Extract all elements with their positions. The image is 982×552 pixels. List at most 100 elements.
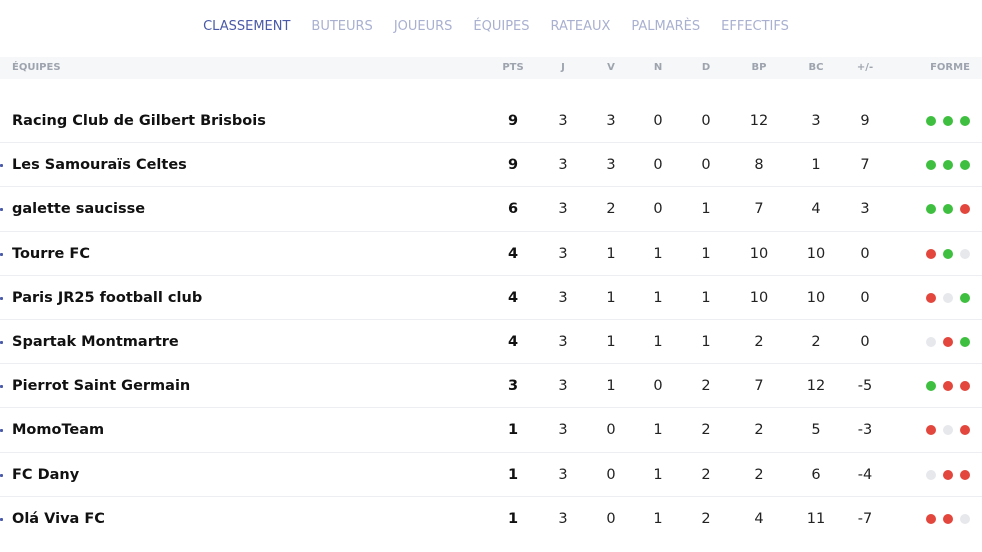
form-dot-draw-icon <box>943 425 953 436</box>
table-row[interactable]: Olá Viva FC 1 3 0 1 2 4 11 -7 <box>0 497 982 541</box>
form-dot-win-icon <box>926 160 936 171</box>
tab-effectifs[interactable]: EFFECTIFS <box>721 19 789 34</box>
played-cell: 3 <box>558 378 568 395</box>
form-dot-draw-icon <box>926 336 936 347</box>
table-row[interactable]: Racing Club de Gilbert Brisbois 9 3 3 0 0 12 3 9 <box>0 99 982 144</box>
goal-diff-cell: 3 <box>860 201 870 218</box>
team-name[interactable]: Les Samouraïs Celtes <box>12 143 187 187</box>
form-indicator <box>926 469 970 480</box>
table-row[interactable]: Spartak Montmartre 4 3 1 1 1 2 2 0 <box>0 320 982 365</box>
team-name[interactable]: Olá Viva FC <box>12 497 105 541</box>
goals-for-cell: 10 <box>749 289 769 306</box>
tab-rateaux[interactable]: RATEAUX <box>551 19 611 34</box>
form-indicator <box>926 381 970 392</box>
goal-diff-cell: -7 <box>857 510 873 527</box>
row-marker <box>0 164 3 168</box>
played-cell: 3 <box>558 157 568 174</box>
table-row[interactable]: MomoTeam 1 3 0 1 2 2 5 -3 <box>0 408 982 453</box>
draws-cell: 1 <box>653 245 663 262</box>
form-dot-win-icon <box>943 204 953 215</box>
team-name[interactable]: Pierrot Saint Germain <box>12 364 190 408</box>
team-name[interactable]: galette saucisse <box>12 187 145 231</box>
row-marker <box>0 517 3 521</box>
wins-cell: 0 <box>606 466 616 483</box>
table-row[interactable]: Paris JR25 football club 4 3 1 1 1 10 10 0 <box>0 276 982 320</box>
header-played: J <box>561 62 565 73</box>
table-row[interactable]: Tourre FC 4 3 1 1 1 10 10 0 <box>0 232 982 276</box>
goal-diff-cell: 9 <box>860 113 870 129</box>
team-name[interactable]: Racing Club de Gilbert Brisbois <box>12 99 266 143</box>
goal-diff-cell: -3 <box>857 422 873 439</box>
header-draws: N <box>653 62 663 73</box>
table-row[interactable]: Pierrot Saint Germain 3 3 1 0 2 7 12 -5 <box>0 364 982 409</box>
goals-against-cell: 4 <box>811 201 821 218</box>
draws-cell: 0 <box>653 378 663 395</box>
tab-equipes[interactable]: ÉQUIPES <box>473 19 529 34</box>
form-indicator <box>926 425 970 436</box>
draws-cell: 1 <box>653 510 663 527</box>
form-dot-loss-icon <box>926 248 936 259</box>
goals-for-cell: 10 <box>749 245 769 262</box>
tab-buteurs[interactable]: BUTEURS <box>311 19 372 34</box>
goal-diff-cell: 0 <box>860 333 870 350</box>
goals-for-cell: 2 <box>754 422 764 439</box>
header-goal-diff: +/- <box>856 62 874 73</box>
form-dot-loss-icon <box>943 336 953 347</box>
losses-cell: 1 <box>701 289 711 306</box>
losses-cell: 2 <box>701 422 711 439</box>
team-name[interactable]: MomoTeam <box>12 408 104 452</box>
draws-cell: 0 <box>653 113 663 129</box>
goals-for-cell: 2 <box>754 466 764 483</box>
table-row[interactable]: FC Dany 1 3 0 1 2 2 6 -4 <box>0 453 982 497</box>
goal-diff-cell: -5 <box>857 378 873 395</box>
tab-classement[interactable]: CLASSEMENT <box>203 19 290 34</box>
tab-palmares[interactable]: PALMARÈS <box>631 19 700 34</box>
table-row[interactable]: galette saucisse 6 3 2 0 1 7 4 3 <box>0 187 982 232</box>
team-name[interactable]: FC Dany <box>12 453 79 497</box>
form-indicator <box>926 116 970 126</box>
pts-cell: 9 <box>507 113 519 129</box>
form-dot-loss-icon <box>960 381 970 392</box>
pts-cell: 1 <box>507 510 519 527</box>
losses-cell: 1 <box>701 245 711 262</box>
form-dot-win-icon <box>926 381 936 392</box>
standings-table: Racing Club de Gilbert Brisbois 9 3 3 0 0 12 3 9… <box>0 99 982 541</box>
goals-against-cell: 10 <box>806 289 826 306</box>
form-dot-loss-icon <box>943 381 953 392</box>
team-name[interactable]: Paris JR25 football club <box>12 276 202 320</box>
goals-against-cell: 1 <box>811 157 821 174</box>
pts-cell: 1 <box>507 466 519 483</box>
form-indicator <box>926 292 970 303</box>
losses-cell: 2 <box>701 510 711 527</box>
form-dot-win-icon <box>926 204 936 215</box>
goals-for-cell: 2 <box>754 333 764 350</box>
played-cell: 3 <box>558 466 568 483</box>
draws-cell: 1 <box>653 289 663 306</box>
form-dot-win-icon <box>960 116 970 126</box>
played-cell: 3 <box>558 113 568 129</box>
draws-cell: 1 <box>653 422 663 439</box>
pts-cell: 1 <box>507 422 519 439</box>
goals-for-cell: 7 <box>754 378 764 395</box>
stats-tab-bar: CLASSEMENT BUTEURS JOUEURS ÉQUIPES RATEAUX PA… <box>0 0 982 52</box>
team-name[interactable]: Tourre FC <box>12 232 90 276</box>
table-row[interactable]: Les Samouraïs Celtes 9 3 3 0 0 8 1 7 <box>0 143 982 188</box>
form-dot-loss-icon <box>943 469 953 480</box>
pts-cell: 4 <box>507 245 519 262</box>
team-name[interactable]: Spartak Montmartre <box>12 320 179 364</box>
losses-cell: 1 <box>701 333 711 350</box>
goal-diff-cell: 0 <box>860 245 870 262</box>
form-dot-win-icon <box>943 116 953 126</box>
form-dot-draw-icon <box>960 248 970 259</box>
form-dot-draw-icon <box>960 513 970 524</box>
form-indicator <box>926 248 970 259</box>
header-goals-against: BC <box>808 62 824 73</box>
goals-against-cell: 10 <box>806 245 826 262</box>
goals-against-cell: 5 <box>811 422 821 439</box>
tab-joueurs[interactable]: JOUEURS <box>394 19 453 34</box>
form-indicator <box>926 336 970 347</box>
goals-for-cell: 12 <box>749 113 769 129</box>
draws-cell: 0 <box>653 157 663 174</box>
header-losses: D <box>701 62 711 73</box>
header-form: FORME <box>930 62 970 73</box>
